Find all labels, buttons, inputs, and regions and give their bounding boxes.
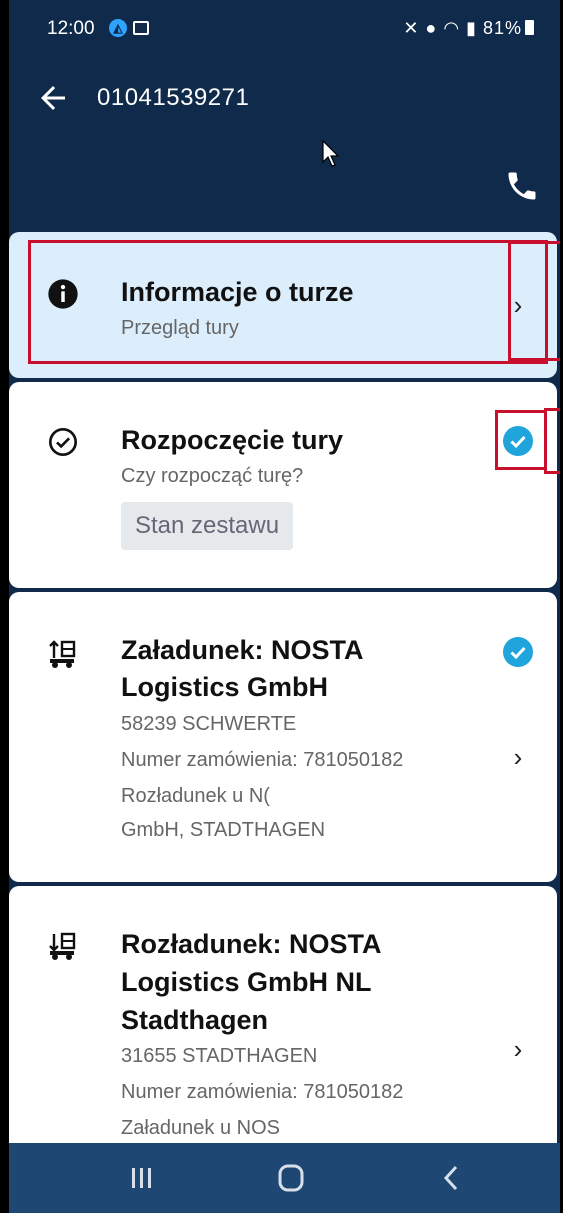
battery-icon <box>525 20 534 35</box>
home-icon <box>278 1164 304 1192</box>
mouse-cursor-icon <box>322 140 340 167</box>
tour-number-title: 01041539271 <box>97 84 250 111</box>
home-button[interactable] <box>271 1160 311 1196</box>
unloading-title-line3: Stadthagen <box>121 1005 269 1035</box>
phone-button[interactable] <box>504 168 540 204</box>
unloading-title-line1: Rozładunek: NOSTA <box>121 929 382 959</box>
back-button[interactable] <box>35 80 75 116</box>
loading-note-line1: Rozładunek u N( <box>121 785 270 807</box>
loading-order-number: Numer zamówienia: 781050182 <box>121 749 404 771</box>
phone-icon <box>508 172 536 200</box>
info-circle-icon <box>48 279 78 309</box>
loading-stop-card[interactable]: Załadunek: NOSTA Logistics GmbH 58239 SC… <box>9 592 557 882</box>
loading-city: 58239 SCHWERTE <box>121 713 297 735</box>
recent-apps-icon <box>132 1168 151 1188</box>
status-bar: 12:00 ◭ ✕ ● ◠ ▮ 81% <box>9 0 560 62</box>
completed-check-icon <box>503 426 533 456</box>
recent-apps-button[interactable] <box>121 1160 161 1196</box>
android-navigation-bar <box>9 1143 560 1213</box>
loading-title-line1: Załadunek: NOSTA <box>121 635 364 665</box>
completed-check-icon <box>503 637 533 667</box>
truck-unloading-icon <box>49 932 76 960</box>
vehicle-state-button[interactable]: Stan zestawu <box>121 502 294 550</box>
location-icon: ● <box>425 18 438 38</box>
chevron-right-icon[interactable]: › <box>507 290 529 321</box>
unloading-city: 31655 STADTHAGEN <box>121 1045 318 1067</box>
signal-icon: ▮ <box>466 18 477 38</box>
truck-loading-icon <box>49 640 76 668</box>
back-nav-button[interactable] <box>431 1160 471 1196</box>
mute-icon: ✕ <box>403 18 420 38</box>
tour-info-subtitle: Przegląd tury <box>121 317 239 339</box>
tour-info-card[interactable]: Informacje o turze Przegląd tury › <box>9 232 557 378</box>
tour-info-title: Informacje o turze <box>121 277 354 307</box>
chevron-left-icon <box>443 1165 458 1191</box>
image-notification-icon <box>133 21 149 35</box>
app-bar: 01041539271 <box>9 62 560 232</box>
status-time: 12:00 <box>47 18 95 39</box>
loading-title-line2: Logistics GmbH <box>121 672 329 702</box>
chevron-right-icon[interactable]: › <box>507 742 529 773</box>
status-indicators: ✕ ● ◠ ▮ 81% <box>403 18 534 39</box>
battery-percent: 81% <box>482 18 522 38</box>
arrow-left-icon <box>41 86 65 110</box>
unloading-note-line1: Załadunek u NOS <box>121 1117 280 1139</box>
app-notification-icon: ◭ <box>109 19 127 37</box>
unloading-order-number: Numer zamówienia: 781050182 <box>121 1081 404 1103</box>
start-tour-card[interactable]: Rozpoczęcie tury Czy rozpocząć turę? Sta… <box>9 382 557 588</box>
start-tour-title: Rozpoczęcie tury <box>121 425 344 455</box>
check-circle-outline-icon <box>49 428 77 456</box>
start-tour-subtitle: Czy rozpocząć turę? <box>121 465 304 487</box>
loading-note-line2: GmbH, STADTHAGEN <box>121 819 326 841</box>
screen: 12:00 ◭ ✕ ● ◠ ▮ 81% 01041539271 Informac… <box>0 0 563 1213</box>
wifi-icon: ◠ <box>443 18 461 38</box>
screenshot-frame-left <box>0 0 9 1213</box>
chevron-right-icon[interactable]: › <box>507 1034 529 1065</box>
unloading-title-line2: Logistics GmbH NL <box>121 967 372 997</box>
